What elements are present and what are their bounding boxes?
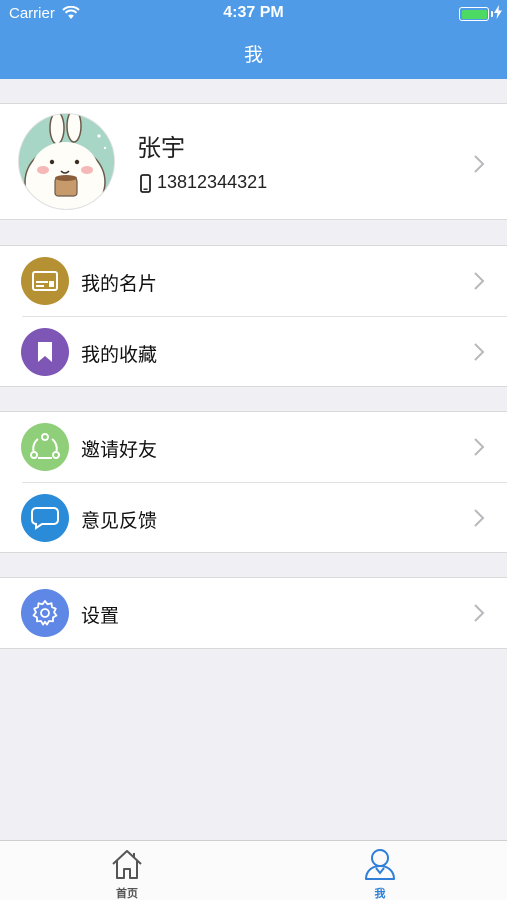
chevron-right-icon [474, 438, 485, 456]
menu-icon-circle [21, 494, 69, 542]
menu-item-label: 邀请好友 [81, 439, 158, 461]
nav-bar: 我 [0, 28, 507, 79]
menu-icon-circle [21, 589, 69, 637]
card-icon [32, 271, 58, 291]
status-bar: Carrier 4:37 PM [0, 0, 507, 28]
menu-icon-circle [21, 257, 69, 305]
tab-home-label: 首页 [116, 887, 138, 900]
menu-item-favorites[interactable]: 我的收藏 [21, 316, 507, 386]
menu-group-3: 设置 [0, 577, 507, 649]
profile-card[interactable]: 张宇 13812344321 [0, 103, 507, 220]
menu-icon-circle [21, 328, 69, 376]
chat-bubble-icon [31, 507, 59, 530]
menu-item-invite-friends[interactable]: 邀请好友 [0, 412, 507, 482]
tab-bar: 首页 我 [0, 840, 507, 900]
menu-item-feedback[interactable]: 意见反馈 [21, 482, 507, 552]
menu-item-label: 设置 [81, 605, 120, 627]
chevron-right-icon [474, 272, 485, 290]
clock: 4:37 PM [223, 4, 284, 21]
menu-item-settings[interactable]: 设置 [0, 578, 507, 648]
gear-icon [32, 600, 58, 626]
chevron-right-icon [474, 343, 485, 361]
menu-item-label: 我的收藏 [81, 344, 158, 366]
menu-item-label: 意见反馈 [81, 510, 158, 532]
profile-name: 张宇 [137, 134, 185, 162]
avatar[interactable] [18, 113, 115, 210]
phone-icon [140, 174, 151, 193]
menu-icon-circle [21, 423, 69, 471]
page-title: 我 [243, 44, 263, 66]
menu-item-business-card[interactable]: 我的名片 [0, 246, 507, 316]
charging-bolt-icon [494, 5, 502, 19]
chevron-right-icon [474, 155, 485, 173]
share-icon [30, 433, 60, 459]
bookmark-icon [38, 342, 52, 362]
chevron-right-icon [474, 604, 485, 622]
menu-group-1: 我的名片 我的收藏 [0, 245, 507, 387]
avatar-image [19, 114, 114, 209]
menu-item-label: 我的名片 [81, 273, 158, 295]
user-icon [365, 849, 395, 880]
tab-me[interactable]: 我 [320, 841, 440, 900]
battery-icon [459, 7, 489, 21]
menu-group-2: 邀请好友 意见反馈 [0, 411, 507, 553]
tab-me-label: 我 [374, 887, 386, 900]
tab-home[interactable]: 首页 [67, 841, 187, 900]
home-icon [112, 850, 142, 879]
chevron-right-icon [474, 509, 485, 527]
battery-tip [490, 11, 493, 17]
profile-phone: 13812344321 [157, 172, 268, 192]
